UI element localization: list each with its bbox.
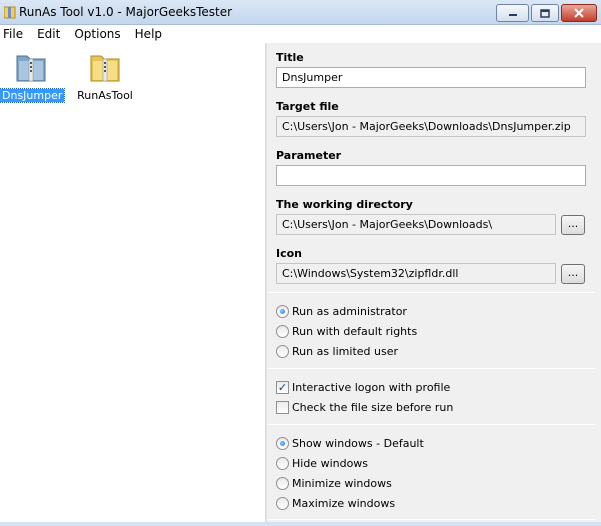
radio-run-as-administrator[interactable]: Run as administrator [276, 303, 407, 319]
zip-folder-icon [90, 55, 120, 82]
window-bottom-border [0, 522, 601, 526]
checkbox-unchecked[interactable] [276, 400, 289, 414]
radio-button[interactable] [276, 324, 289, 338]
browse-working-directory-button[interactable]: ... [561, 215, 585, 235]
radio-show-windows[interactable]: Show windows - Default [276, 435, 424, 451]
file-label: DnsJumper [0, 88, 66, 103]
radio-minimize-windows[interactable]: Minimize windows [276, 475, 392, 491]
radio-button[interactable] [276, 496, 289, 510]
file-list[interactable]: DnsJumper RunAsTool [0, 43, 265, 526]
maximize-icon [540, 8, 550, 18]
browse-icon-button[interactable]: ... [561, 264, 585, 284]
file-item-runastool[interactable]: RunAsTool [74, 47, 136, 102]
zip-folder-icon [16, 55, 46, 82]
option-label: Maximize windows [292, 496, 396, 510]
divider [267, 292, 595, 293]
target-file-label: Target file [276, 100, 339, 113]
radio-maximize-windows[interactable]: Maximize windows [276, 495, 395, 511]
minimize-icon [508, 14, 517, 16]
menu-options[interactable]: Options [71, 25, 126, 43]
menu-file[interactable]: File [0, 25, 29, 43]
divider [267, 519, 595, 520]
option-label: Check the file size before run [292, 400, 454, 414]
close-button[interactable] [561, 4, 597, 22]
option-label: Show windows - Default [292, 436, 424, 450]
radio-run-limited-user[interactable]: Run as limited user [276, 343, 398, 359]
option-label: Run as administrator [292, 304, 407, 318]
radio-button[interactable] [276, 436, 289, 450]
folder-zip-icon [4, 6, 16, 19]
option-label: Run as limited user [292, 344, 398, 358]
target-file-field[interactable]: C:\Users\Jon - MajorGeeks\Downloads\DnsJ… [276, 116, 586, 137]
file-item-dnsjumper[interactable]: DnsJumper [0, 47, 66, 103]
working-directory-field[interactable]: C:\Users\Jon - MajorGeeks\Downloads\ [276, 214, 556, 235]
maximize-button[interactable] [531, 4, 559, 22]
checkbox-interactive-logon[interactable]: ✓ Interactive logon with profile [276, 379, 450, 395]
icon-path-field[interactable]: C:\Windows\System32\zipfldr.dll [276, 263, 556, 284]
radio-button[interactable] [276, 304, 289, 318]
file-label: RunAsTool [77, 89, 133, 102]
option-label: Hide windows [292, 456, 369, 470]
radio-button[interactable] [276, 344, 289, 358]
parameter-label: Parameter [276, 149, 342, 162]
title-input[interactable]: DnsJumper [276, 67, 586, 88]
working-directory-label: The working directory [276, 198, 413, 211]
option-label: Run with default rights [292, 324, 418, 338]
properties-panel: Title DnsJumper Target file C:\Users\Jon… [266, 43, 601, 526]
radio-hide-windows[interactable]: Hide windows [276, 455, 368, 471]
menu-help[interactable]: Help [132, 25, 168, 43]
radio-run-default-rights[interactable]: Run with default rights [276, 323, 417, 339]
menu-bar: File Edit Options Help [0, 25, 601, 43]
option-label: Minimize windows [292, 476, 392, 490]
parameter-input[interactable] [276, 165, 586, 186]
menu-edit[interactable]: Edit [34, 25, 66, 43]
title-label: Title [276, 51, 304, 64]
divider [267, 368, 595, 369]
title-bar[interactable]: RunAs Tool v1.0 - MajorGeeksTester [0, 0, 601, 25]
divider [267, 424, 595, 425]
minimize-button[interactable] [496, 4, 529, 22]
radio-button[interactable] [276, 476, 289, 490]
window-title: RunAs Tool v1.0 - MajorGeeksTester [19, 5, 233, 19]
close-icon [574, 8, 584, 18]
radio-button[interactable] [276, 456, 289, 470]
checkbox-check-file-size[interactable]: Check the file size before run [276, 399, 453, 415]
checkbox-checked[interactable]: ✓ [276, 380, 289, 394]
icon-label: Icon [276, 247, 303, 260]
option-label: Interactive logon with profile [292, 380, 451, 394]
